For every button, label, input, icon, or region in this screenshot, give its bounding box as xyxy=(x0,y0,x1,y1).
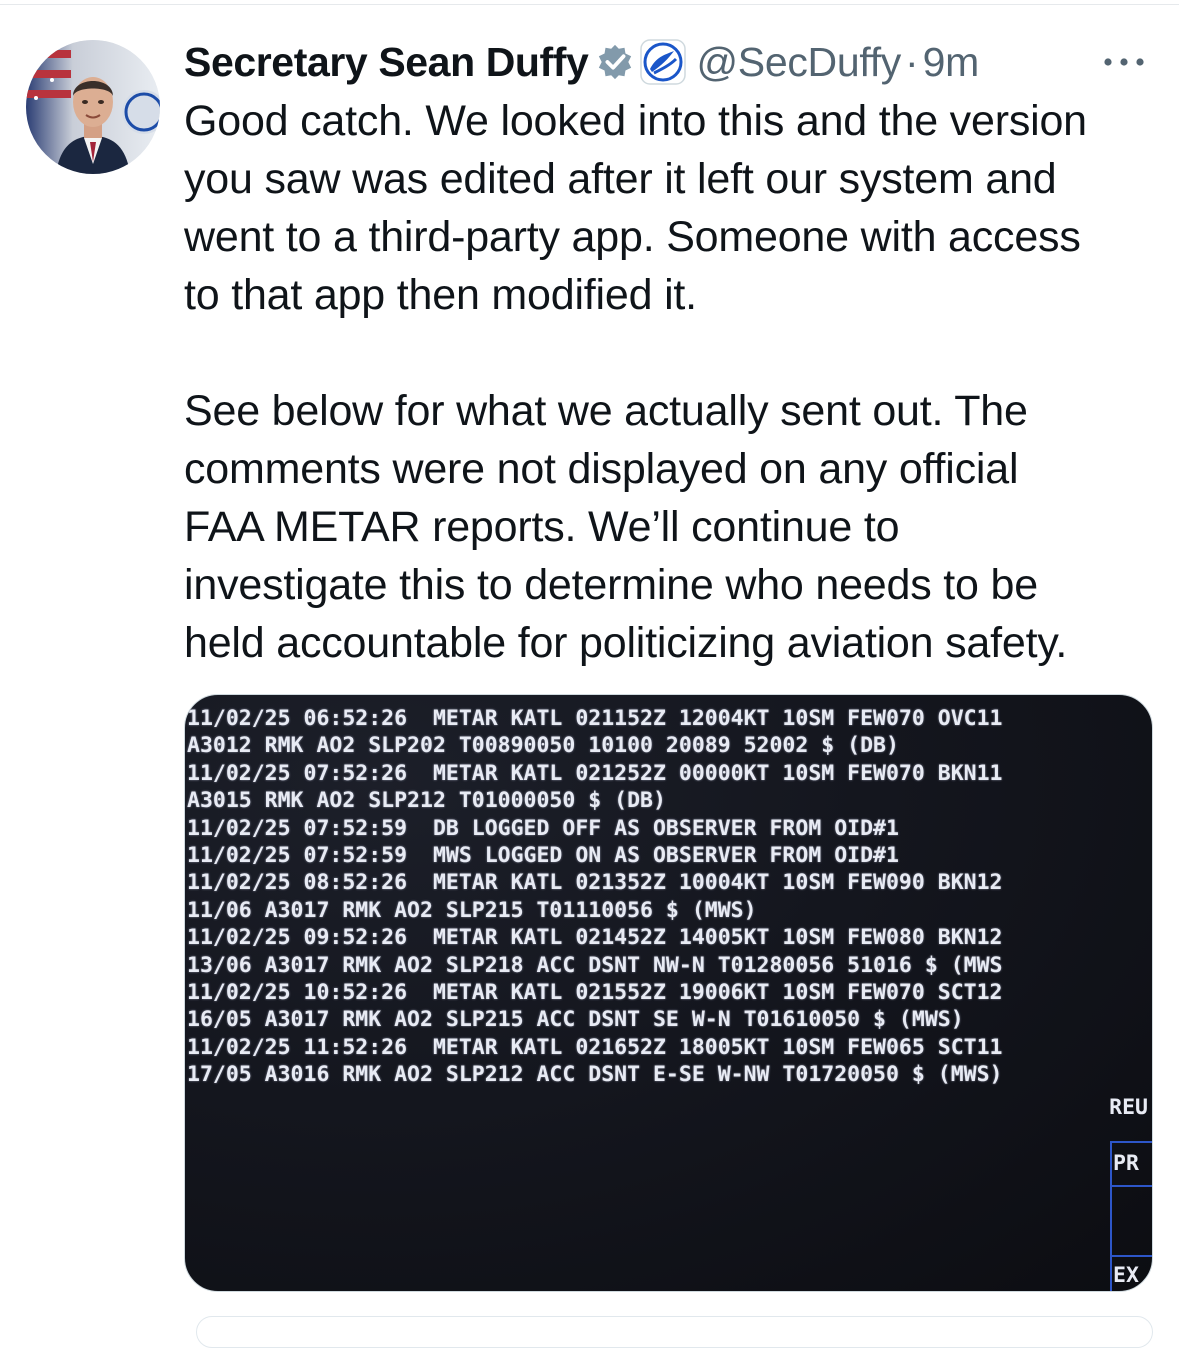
terminal-line: 11/02/25 08:52:26 METAR KATL 021352Z 100… xyxy=(187,870,1003,896)
dot-affiliate-logo-icon[interactable] xyxy=(640,39,687,85)
top-divider xyxy=(0,4,1179,5)
tweet-paragraph-1: Good catch. We looked into this and the … xyxy=(184,97,1087,319)
terminal-line: 17/05 A3016 RMK AO2 SLP212 ACC DSNT E-SE… xyxy=(187,1062,1003,1088)
terminal-line: 11/02/25 06:52:26 METAR KATL 021152Z 120… xyxy=(187,706,1003,731)
quoted-card-edge xyxy=(196,1316,1153,1348)
panel-divider xyxy=(1112,1255,1152,1257)
author-handle[interactable]: @SecDuffy xyxy=(696,39,901,86)
tweet-media-image[interactable]: 11/02/25 06:52:26 METAR KATL 021152Z 120… xyxy=(184,694,1153,1292)
terminal-line: A3012 RMK AO2 SLP202 T00890050 10100 200… xyxy=(187,733,899,759)
terminal-pr-label: PR xyxy=(1113,1151,1139,1176)
panel-divider xyxy=(1112,1185,1152,1187)
terminal-line: 13/06 A3017 RMK AO2 SLP218 ACC DSNT NW-N… xyxy=(187,952,1003,978)
terminal-line: 11/02/25 11:52:26 METAR KATL 021652Z 180… xyxy=(187,1034,1003,1060)
tweet-paragraph-2: See below for what we actually sent out.… xyxy=(184,387,1068,667)
avatar-portrait xyxy=(26,40,160,174)
terminal-line: 11/02/25 07:52:59 DB LOGGED OFF AS OBSER… xyxy=(187,815,899,841)
terminal-rev-label: REU xyxy=(1109,1095,1148,1120)
terminal-line: 11/06 A3017 RMK AO2 SLP215 T01110056 $ (… xyxy=(187,897,757,923)
terminal-line: 11/02/25 07:52:26 METAR KATL 021252Z 000… xyxy=(187,760,1003,786)
more-options-icon[interactable] xyxy=(1100,52,1148,72)
header-separator: · xyxy=(905,38,919,85)
terminal-line: 11/02/25 09:52:26 METAR KATL 021452Z 140… xyxy=(187,925,1003,951)
metar-terminal-screen: 11/02/25 06:52:26 METAR KATL 021152Z 120… xyxy=(187,705,1002,1088)
tweet-header: Secretary Sean Duffy @SecDuffy · 9m xyxy=(184,34,979,90)
tweet-body: Good catch. We looked into this and the … xyxy=(184,92,1159,672)
verified-check-icon xyxy=(596,43,634,81)
tweet-timestamp[interactable]: 9m xyxy=(923,39,980,86)
terminal-ex-label: EX xyxy=(1113,1263,1139,1288)
terminal-line: 16/05 A3017 RMK AO2 SLP215 ACC DSNT SE W… xyxy=(187,1007,964,1033)
author-display-name[interactable]: Secretary Sean Duffy xyxy=(184,39,589,86)
author-avatar[interactable] xyxy=(26,40,160,174)
terminal-line: 11/02/25 10:52:26 METAR KATL 021552Z 190… xyxy=(187,979,1003,1005)
terminal-line: A3015 RMK AO2 SLP212 T01000050 $ (DB) xyxy=(187,788,666,814)
terminal-line: 11/02/25 07:52:59 MWS LOGGED ON AS OBSER… xyxy=(187,842,899,868)
